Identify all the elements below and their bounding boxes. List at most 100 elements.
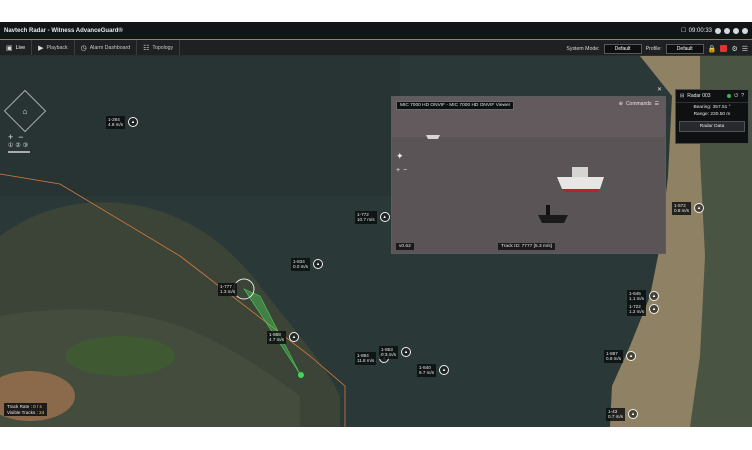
visible-tracks-label: Visible Tracks : bbox=[7, 409, 38, 415]
title-bar: Navtech Radar - Witness AdvanceGuard® □ … bbox=[0, 22, 752, 39]
monitor-icon: ▣ bbox=[6, 44, 13, 52]
track-marker[interactable]: 1-853 0.3 m/s ▴ bbox=[379, 346, 412, 359]
map-navigation: ⌂ + − ① ② ③ bbox=[3, 89, 47, 153]
app-window: Navtech Radar - Witness AdvanceGuard® □ … bbox=[0, 22, 752, 427]
minimize-button[interactable] bbox=[724, 27, 730, 34]
map-view[interactable]: ⌂ + − ① ② ③ 1-284 4.8 m/s ▴ 1-772 10.7 m… bbox=[0, 56, 752, 427]
track-marker[interactable]: 1-834 0.0 m/s ▴ bbox=[291, 258, 324, 271]
tab-playback[interactable]: ▶ Playback bbox=[32, 40, 75, 55]
track-stats: Track Rate : 0 / s Visible Tracks : 24 bbox=[4, 403, 48, 417]
tab-label: Alarm Dashboard bbox=[89, 44, 131, 51]
track-marker[interactable]: 1-645 1.1 m/s ▴ bbox=[627, 290, 660, 303]
monitor-icon[interactable]: □ bbox=[681, 27, 685, 34]
pan-control[interactable]: ⌂ bbox=[3, 89, 47, 133]
tab-live[interactable]: ▣ Live bbox=[0, 40, 33, 55]
zoom-slider[interactable] bbox=[8, 151, 30, 153]
track-label: 1-777 1.3 m/s bbox=[218, 283, 238, 296]
track-rate-value: 0 / s bbox=[33, 404, 42, 409]
help-icon[interactable]: ? bbox=[741, 93, 744, 99]
boat-icon: ▴ bbox=[694, 203, 705, 214]
boat-icon: ▴ bbox=[649, 291, 660, 302]
profile-label: Profile: bbox=[645, 45, 662, 52]
track-marker[interactable]: 1-284 4.8 m/s ▴ bbox=[106, 116, 139, 129]
tab-topology[interactable]: ☷ Topology bbox=[137, 40, 181, 55]
menu-icon[interactable]: ☰ bbox=[742, 45, 748, 53]
boat-icon: ▴ bbox=[289, 332, 300, 343]
camera-track-id: Track ID: 7777 [5.3 m/s] bbox=[498, 243, 556, 250]
boat-icon: ▴ bbox=[128, 117, 139, 128]
tab-label: Live bbox=[15, 44, 26, 51]
layer-2-button[interactable]: ② bbox=[15, 142, 20, 149]
zoom-in-button[interactable]: + bbox=[8, 132, 13, 142]
camera-zoom-in[interactable]: + bbox=[396, 167, 400, 174]
close-icon[interactable]: ✕ bbox=[657, 86, 662, 93]
titlebar-controls: □ 09:00:33 bbox=[681, 22, 748, 39]
track-marker[interactable]: 1-772 10.7 m/s ▴ bbox=[355, 211, 390, 224]
track-label: 1-284 4.8 m/s bbox=[106, 116, 126, 129]
alarm-badge-icon[interactable] bbox=[720, 45, 728, 52]
track-label: 1-840 9.7 m/s bbox=[417, 364, 437, 377]
system-mode-label: System Mode: bbox=[566, 45, 600, 52]
camera-feed bbox=[392, 97, 665, 253]
lock-icon[interactable]: 🔒 bbox=[708, 45, 717, 53]
track-label: 1-887 0.8 m/s bbox=[604, 350, 624, 363]
help-icon[interactable] bbox=[715, 27, 721, 34]
track-marker[interactable]: 1-887 0.8 m/s ▴ bbox=[604, 350, 637, 363]
boat-icon: ▴ bbox=[628, 409, 639, 420]
toolbar-right: System Mode: Default Profile: Default 🔒 … bbox=[566, 41, 748, 56]
track-label: 1-853 0.3 m/s bbox=[379, 346, 399, 359]
commands-icon: ⊕ bbox=[618, 101, 623, 107]
camera-zoom-out[interactable]: − bbox=[403, 167, 407, 174]
system-mode-select[interactable]: Default bbox=[603, 43, 642, 54]
camera-commands[interactable]: ⊕ Commands ☰ bbox=[619, 101, 659, 107]
track-marker[interactable]: 1-868 4.7 m/s ▴ bbox=[267, 331, 300, 344]
track-label: 1-772 10.7 m/s bbox=[355, 211, 377, 224]
tab-label: Topology bbox=[152, 44, 174, 51]
track-label: 1-884 11.8 m/s bbox=[355, 352, 377, 365]
track-label: 1-43 0.7 m/s bbox=[606, 408, 626, 421]
app-title: Navtech Radar - Witness AdvanceGuard® bbox=[4, 27, 123, 34]
radar-title: Radar 003 bbox=[687, 93, 711, 99]
camera-zoom: + − bbox=[396, 167, 407, 174]
commands-label: Commands bbox=[625, 101, 652, 107]
track-marker[interactable]: 1-777 1.3 m/s bbox=[218, 283, 238, 296]
maximize-button[interactable] bbox=[733, 27, 739, 34]
layer-1-button[interactable]: ① bbox=[8, 142, 13, 149]
tab-alarm-dashboard[interactable]: ◷ Alarm Dashboard bbox=[75, 40, 138, 55]
camera-title: MIC 7000 HD ONVIF - MIC 7000 HD ONVIF Vi… bbox=[396, 101, 515, 110]
boat-icon: ▴ bbox=[439, 365, 450, 376]
radar-info-panel: ⊟ Radar 003 ⏻ ? Bearing: 357.51 ° Range:… bbox=[675, 89, 749, 144]
camera-viewer[interactable]: MIC 7000 HD ONVIF - MIC 7000 HD ONVIF Vi… bbox=[391, 87, 666, 254]
tab-label: Playback bbox=[46, 44, 68, 51]
boat-icon: ▴ bbox=[379, 212, 390, 223]
boat-icon: ▴ bbox=[313, 259, 324, 270]
layer-3-button[interactable]: ③ bbox=[23, 142, 28, 149]
zoom-out-button[interactable]: − bbox=[18, 132, 23, 142]
playback-icon: ▶ bbox=[38, 44, 44, 52]
menu-icon[interactable]: ☰ bbox=[655, 101, 659, 107]
ptz-control[interactable]: ✦ bbox=[396, 151, 404, 162]
visible-tracks-value: 24 bbox=[39, 409, 45, 415]
track-label: 1-834 0.0 m/s bbox=[291, 258, 311, 271]
radar-bearing: Bearing: 357.51 ° bbox=[693, 105, 731, 110]
gear-icon[interactable]: ⚙ bbox=[731, 45, 737, 53]
status-dot-icon bbox=[727, 94, 732, 98]
track-marker[interactable]: 1-572 0.8 m/s ▴ bbox=[672, 202, 705, 215]
alarm-clock-icon: ◷ bbox=[80, 44, 87, 52]
track-label: 1-868 4.7 m/s bbox=[267, 331, 287, 344]
close-button[interactable] bbox=[742, 27, 748, 34]
boat-icon: ▴ bbox=[626, 351, 637, 362]
power-icon[interactable]: ⏻ bbox=[734, 93, 738, 99]
radar-data-button[interactable]: Radar Data bbox=[679, 121, 745, 132]
home-icon[interactable]: ⌂ bbox=[23, 107, 28, 116]
track-marker[interactable]: 1-43 0.7 m/s ▴ bbox=[606, 408, 639, 421]
topology-icon: ☷ bbox=[143, 44, 150, 52]
track-marker[interactable]: 1-840 9.7 m/s ▴ bbox=[417, 364, 450, 377]
track-label: 1-645 1.1 m/s bbox=[627, 290, 647, 303]
track-marker[interactable]: 1-722 1.2 m/s ▴ bbox=[627, 303, 660, 316]
camera-version: v0.62 bbox=[396, 243, 414, 250]
collapse-icon[interactable]: ⊟ bbox=[680, 93, 684, 99]
profile-select[interactable]: Default bbox=[665, 43, 704, 54]
boat-icon: ▴ bbox=[649, 304, 660, 315]
track-label: 1-572 0.8 m/s bbox=[672, 202, 692, 215]
